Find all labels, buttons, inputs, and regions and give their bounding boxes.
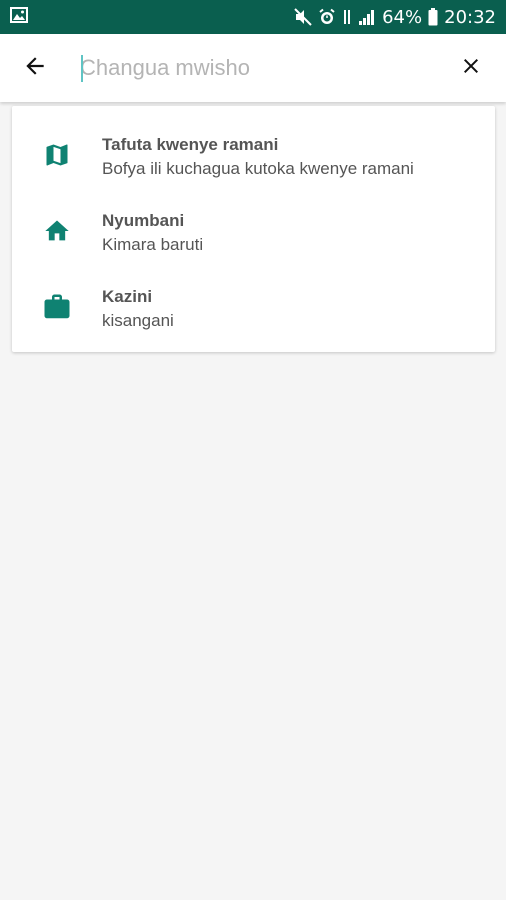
status-left [10,6,28,28]
battery-percent: 64% [382,6,423,28]
map-icon [43,141,71,174]
suggestion-work[interactable]: Kazini kisangani [12,272,495,346]
text-caret [81,55,83,82]
clear-button[interactable] [436,34,506,102]
battery-icon [428,8,438,26]
status-bar: 64% 20:32 [0,0,506,34]
alarm-icon [318,8,336,26]
suggestion-home[interactable]: Nyumbani Kimara baruti [12,196,495,270]
image-notification-icon [10,6,28,28]
mute-icon [294,8,312,26]
suggestion-title: Kazini [102,287,153,306]
home-icon [43,217,71,250]
status-right: 64% 20:32 [294,7,496,28]
data-transfer-icon [342,8,352,26]
arrow-left-icon [22,53,48,84]
suggestion-title: Tafuta kwenye ramani [102,135,279,154]
close-icon [459,54,483,83]
suggestion-title: Nyumbani [102,211,185,230]
search-bar [0,34,506,102]
signal-icon [358,8,376,26]
suggestion-subtitle: Bofya ili kuchagua kutoka kwenye ramani [102,159,414,178]
suggestion-subtitle: Kimara baruti [102,235,204,254]
suggestions-card: Tafuta kwenye ramani Bofya ili kuchagua … [12,106,495,352]
suggestion-map[interactable]: Tafuta kwenye ramani Bofya ili kuchagua … [12,120,495,194]
destination-search-input[interactable] [70,48,436,88]
suggestion-subtitle: kisangani [102,311,174,330]
status-time: 20:32 [444,6,496,28]
briefcase-icon [42,292,72,327]
back-button[interactable] [0,34,70,102]
